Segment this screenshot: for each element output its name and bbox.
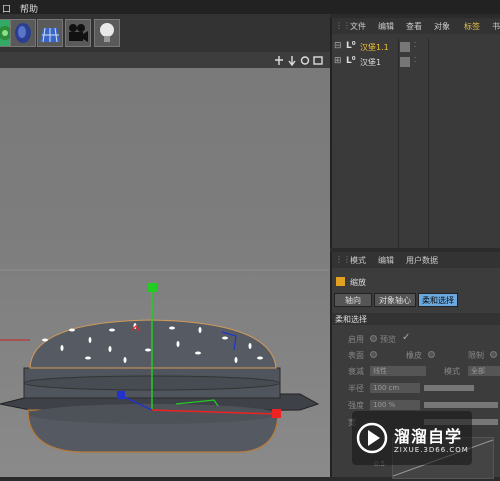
column-divider — [428, 38, 429, 248]
object-manager-menu: ⋮⋮ 文件 编辑 查看 对象 标签 书 — [332, 18, 500, 34]
tool-name: 缩放 — [350, 278, 366, 287]
om-menu-object[interactable]: 对象 — [434, 21, 450, 32]
attribute-manager-menu: ⋮⋮ 模式 编辑 用户数据 — [332, 252, 500, 268]
scale-tool-icon — [336, 277, 345, 286]
light-icon — [100, 23, 114, 42]
column-divider — [398, 38, 399, 248]
mode-label: 模式 — [444, 367, 460, 376]
object-name[interactable]: 汉堡1 — [360, 57, 381, 68]
camera-icon — [69, 24, 88, 42]
watermark-logo-icon — [356, 422, 388, 454]
strength-slider[interactable] — [424, 402, 498, 408]
light-tool-button[interactable] — [94, 19, 120, 47]
tab-object-axis[interactable]: 对象轴心 — [374, 293, 416, 307]
viewport-canvas — [0, 269, 330, 453]
watermark: 溜溜自学 ZIXUE.3D66.COM — [352, 411, 472, 465]
enable-label: 启用 — [348, 335, 364, 344]
camera-tool-button[interactable] — [65, 19, 91, 47]
object-row[interactable]: ⊟ L⁰ 汉堡1.1 ⁚ — [332, 41, 500, 55]
rubber-label: 橡皮 — [406, 351, 422, 360]
y-axis-handle[interactable] — [148, 283, 157, 292]
section-title: 柔和选择 — [335, 315, 367, 324]
layer-icon[interactable] — [400, 57, 410, 67]
object-name[interactable]: 汉堡1.1 — [360, 42, 389, 53]
expand-icon[interactable]: ⊟ — [334, 41, 342, 51]
expand-icon[interactable]: ⊞ — [334, 56, 342, 66]
visibility-dots[interactable]: ⁚ — [414, 56, 416, 64]
preview-label: 预览 — [380, 335, 396, 344]
restrict-checkbox[interactable] — [490, 351, 497, 358]
am-menu-edit[interactable]: 编辑 — [378, 255, 394, 266]
am-menu-userdata[interactable]: 用户数据 — [406, 255, 438, 266]
om-menu-tags[interactable]: 标签 — [464, 21, 480, 32]
strength-value: 100 % — [373, 401, 396, 409]
radius-field[interactable]: 100 cm — [370, 383, 420, 393]
3d-viewport[interactable] — [0, 68, 330, 477]
nurbs-icon — [15, 23, 31, 43]
nurbs-tool-button[interactable] — [10, 19, 36, 47]
tab-soft-selection[interactable]: 柔和选择 — [418, 293, 458, 307]
floor-tool-button[interactable] — [37, 19, 63, 47]
surface-checkbox[interactable] — [370, 351, 377, 358]
x-axis-handle[interactable] — [272, 409, 281, 418]
falloff-value: 线性 — [373, 367, 387, 375]
section-header: 柔和选择 — [332, 313, 500, 325]
z-axis-handle[interactable] — [117, 391, 125, 399]
null-object-icon: L⁰ — [346, 56, 356, 66]
preview-checkbox[interactable]: ✓ — [402, 332, 410, 343]
toolbar — [0, 14, 330, 52]
om-menu-view[interactable]: 查看 — [406, 21, 422, 32]
radius-value: 100 cm — [373, 384, 400, 392]
tab-axis[interactable]: 轴向 — [334, 293, 372, 307]
menu-bar: 口 帮助 — [0, 0, 500, 15]
falloff-select[interactable]: 线性 — [370, 366, 426, 376]
strength-field[interactable]: 100 % — [370, 400, 420, 410]
om-menu-edit[interactable]: 编辑 — [378, 21, 394, 32]
falloff-label: 衰减 — [348, 367, 364, 376]
enable-checkbox[interactable] — [370, 335, 377, 342]
watermark-url: ZIXUE.3D66.COM — [394, 446, 469, 454]
rubber-checkbox[interactable] — [428, 351, 435, 358]
grip-icon: ⋮⋮ — [335, 21, 351, 30]
burger-model[interactable] — [0, 319, 320, 453]
mode-value: 全部 — [471, 367, 485, 375]
watermark-title: 溜溜自学 — [394, 427, 463, 446]
restrict-label: 限制 — [468, 351, 484, 360]
floor-icon — [40, 27, 60, 43]
layer-icon[interactable] — [400, 42, 410, 52]
object-row[interactable]: ⊞ L⁰ 汉堡1 ⁚ — [332, 56, 500, 70]
strength-label: 强度 — [348, 401, 364, 410]
radius-slider[interactable] — [424, 385, 474, 391]
viewport-nav-icons[interactable] — [274, 55, 328, 66]
am-menu-mode[interactable]: 模式 — [350, 255, 366, 266]
null-object-icon: L⁰ — [346, 41, 356, 51]
grip-icon: ⋮⋮ — [335, 255, 351, 264]
mode-select[interactable]: 全部 — [468, 366, 500, 376]
om-menu-bookmarks[interactable]: 书 — [492, 21, 500, 32]
viewport-header — [0, 52, 330, 68]
surface-label: 表面 — [348, 351, 364, 360]
radius-label: 半径 — [348, 384, 364, 393]
object-manager: ⋮⋮ 文件 编辑 查看 对象 标签 书 ⊟ L⁰ 汉堡1.1 ⁚ ⊞ L⁰ 汉堡… — [330, 18, 500, 248]
visibility-dots[interactable]: ⁚ — [414, 41, 416, 49]
om-menu-file[interactable]: 文件 — [350, 21, 366, 32]
